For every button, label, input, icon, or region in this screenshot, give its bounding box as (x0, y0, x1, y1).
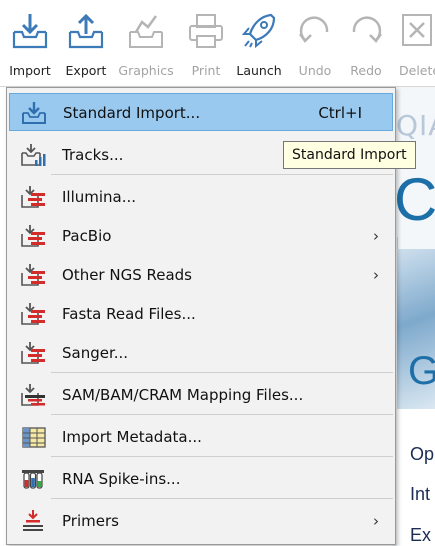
delete-icon (402, 14, 432, 46)
heading-fragment: C (394, 166, 435, 233)
submenu-arrow-icon: › (373, 266, 379, 284)
brand-fragment: QIA (396, 109, 435, 142)
export-button[interactable]: Export (60, 0, 112, 86)
undo-button[interactable]: Undo (290, 0, 340, 86)
print-button[interactable]: Print (180, 0, 232, 86)
redo-icon (352, 16, 383, 43)
import-icon (12, 14, 48, 49)
menu-item-label: Fasta Read Files... (62, 305, 196, 323)
menu-item-import-metadata[interactable]: Import Metadata... (9, 418, 393, 456)
menu-item-sanger[interactable]: Sanger... (9, 334, 393, 372)
reads-icon (21, 225, 45, 247)
launch-label: Launch (236, 63, 282, 78)
menu-item-label: Standard Import... (63, 104, 201, 122)
graphics-icon (129, 15, 163, 48)
redo-label: Redo (350, 63, 382, 78)
menu-item-label: PacBio (62, 227, 112, 245)
submenu-arrow-icon: › (373, 512, 379, 530)
undo-icon (298, 16, 329, 43)
print-label: Print (191, 63, 221, 78)
export-label: Export (65, 63, 107, 78)
menu-item-mapping-files[interactable]: SAM/BAM/CRAM Mapping Files... (9, 376, 393, 414)
menu-item-standard-import[interactable]: Standard Import... Ctrl+I (9, 93, 393, 131)
shortcut-label: Ctrl+I (318, 104, 362, 122)
link-text-3[interactable]: Ex (410, 525, 431, 546)
menu-item-label: Other NGS Reads (62, 266, 192, 284)
menu-item-label: SAM/BAM/CRAM Mapping Files... (62, 386, 304, 404)
menu-item-label: Import Metadata... (62, 428, 202, 446)
launch-button[interactable]: Launch (232, 0, 286, 86)
delete-button[interactable]: Delete (396, 0, 435, 86)
reads-icon (21, 264, 45, 286)
print-icon (189, 14, 223, 48)
rocket-icon (241, 13, 276, 49)
reads-icon (21, 303, 45, 325)
menu-separator (51, 498, 393, 499)
export-icon (68, 13, 104, 49)
standard-import-icon (22, 102, 46, 124)
menu-item-label: RNA Spike-ins... (62, 470, 181, 488)
submenu-arrow-icon: › (373, 227, 379, 245)
menu-item-label: Primers (62, 512, 119, 530)
test-tubes-icon (22, 470, 44, 489)
delete-label: Delete (399, 63, 435, 78)
menu-item-other-ngs-reads[interactable]: Other NGS Reads › (9, 256, 393, 294)
reads-icon (21, 342, 45, 364)
menu-item-rna-spike-ins[interactable]: RNA Spike-ins... (9, 460, 393, 498)
menu-item-fasta-read-files[interactable]: Fasta Read Files... (9, 295, 393, 333)
redo-button[interactable]: Redo (342, 0, 390, 86)
menu-separator (51, 174, 393, 175)
undo-label: Undo (298, 63, 332, 78)
import-label: Import (9, 63, 51, 78)
menu-item-primers[interactable]: Primers › (9, 502, 393, 540)
import-button[interactable]: Import (0, 0, 60, 86)
menu-item-label: Sanger... (62, 344, 129, 362)
graphics-button[interactable]: Graphics (112, 0, 180, 86)
menu-separator (51, 456, 393, 457)
metadata-table-icon (22, 427, 46, 448)
menu-item-illumina[interactable]: Illumina... (9, 178, 393, 216)
link-text-2[interactable]: Int (410, 484, 430, 505)
toolbar: Import Export Graphics Print Launch Undo… (0, 0, 435, 87)
reads-icon (21, 186, 45, 208)
tracks-icon (21, 144, 46, 166)
tooltip: Standard Import (283, 141, 416, 169)
menu-separator (51, 372, 393, 373)
menu-item-pacbio[interactable]: PacBio › (9, 217, 393, 255)
mapping-icon (21, 384, 45, 406)
menu-item-label: Tracks... (62, 146, 124, 164)
link-text-1[interactable]: Op (410, 444, 434, 465)
primer-icon (23, 510, 43, 531)
menu-item-label: Illumina... (62, 188, 137, 206)
menu-separator (51, 414, 393, 415)
banner-letter: G (408, 349, 435, 393)
graphics-label: Graphics (118, 63, 174, 78)
